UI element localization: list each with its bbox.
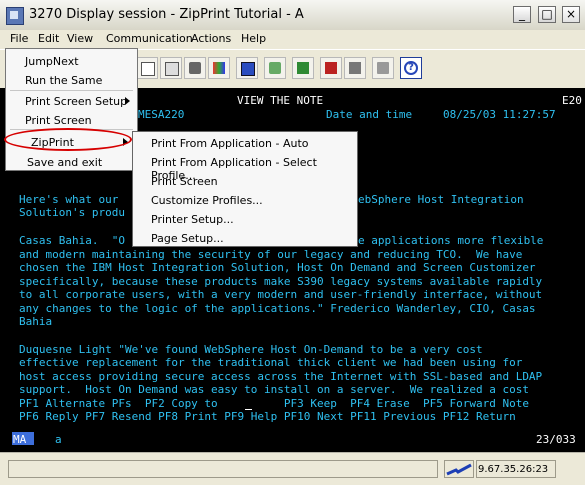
stop-macro-icon[interactable] bbox=[320, 57, 342, 79]
terminal-line: any changes to the logic of the applicat… bbox=[19, 302, 536, 315]
menu-item-print-screen-setup[interactable]: Print Screen Setup bbox=[25, 95, 127, 108]
menu-actions[interactable]: Actions bbox=[191, 32, 231, 45]
play-macro-icon[interactable] bbox=[292, 57, 314, 79]
terminal-line: Duquesne Light "We've found WebSphere Ho… bbox=[19, 343, 483, 356]
resize-grip-icon[interactable] bbox=[560, 460, 578, 478]
cursor-indicator bbox=[245, 409, 252, 410]
menu-view[interactable]: View bbox=[67, 32, 93, 45]
pf-key-line-2: PF6 Reply PF7 Resend PF8 Print PF9 Help … bbox=[19, 410, 516, 423]
zipprint-highlight-ellipse bbox=[4, 128, 132, 151]
maximize-button[interactable]: □ bbox=[538, 6, 556, 23]
terminal-line: chosen the IBM Host Integration Solution… bbox=[19, 261, 536, 274]
paste-icon[interactable] bbox=[160, 57, 182, 79]
terminal-partial-line: ebSphere Host Integration bbox=[358, 193, 524, 206]
submenu-item-print-screen[interactable]: Print Screen bbox=[151, 175, 218, 188]
status-left-text: a bbox=[55, 433, 62, 446]
status-field bbox=[8, 460, 438, 478]
terminal-header-title: VIEW THE NOTE bbox=[237, 94, 324, 107]
status-left-badge: MA bbox=[13, 433, 27, 446]
terminal-header-code: E20 bbox=[562, 94, 582, 107]
menu-help[interactable]: Help bbox=[241, 32, 266, 45]
terminal-line: Casas Bahia. "O bbox=[19, 234, 125, 247]
submenu-arrow-icon bbox=[125, 97, 130, 105]
window-title: 3270 Display session - ZipPrint Tutorial… bbox=[29, 7, 304, 22]
macro-icon[interactable] bbox=[344, 57, 366, 79]
menu-communication[interactable]: Communication bbox=[106, 32, 193, 45]
file-menu-panel: JumpNext Run the Same Print Screen Setup… bbox=[5, 48, 138, 171]
terminal-line: Here's what our bbox=[19, 193, 119, 206]
menu-item-run-the-same[interactable]: Run the Same bbox=[25, 74, 102, 87]
menu-item-save-and-exit[interactable]: Save and exit bbox=[27, 156, 102, 169]
keyboard-icon[interactable] bbox=[236, 57, 258, 79]
status-position: 23/033 bbox=[536, 433, 576, 446]
minimize-button[interactable]: _ bbox=[513, 6, 531, 23]
terminal-line: Solution's produ bbox=[19, 206, 125, 219]
menu-item-print-screen[interactable]: Print Screen bbox=[25, 114, 92, 127]
print-icon[interactable] bbox=[184, 57, 206, 79]
help-icon[interactable]: ? bbox=[400, 57, 422, 79]
menu-bar: File Edit View Communication Actions Hel… bbox=[0, 30, 585, 48]
submenu-item-printer-setup[interactable]: Printer Setup... bbox=[151, 213, 234, 226]
terminal-line: Bahia bbox=[19, 315, 53, 328]
clipboard-icon[interactable] bbox=[372, 57, 394, 79]
status-bar: 9.67.35.26:23 bbox=[0, 452, 585, 485]
terminal-line: support. Host On Demand was easy to inst… bbox=[19, 383, 529, 396]
submenu-item-print-auto[interactable]: Print From Application - Auto bbox=[151, 137, 309, 150]
terminal-line: specifically, because these products mak… bbox=[19, 275, 543, 288]
menu-edit[interactable]: Edit bbox=[38, 32, 59, 45]
submenu-item-customize-profiles[interactable]: Customize Profiles... bbox=[151, 194, 263, 207]
submenu-item-page-setup[interactable]: Page Setup... bbox=[151, 232, 224, 245]
menu-file[interactable]: File bbox=[10, 32, 28, 45]
close-button[interactable]: × bbox=[562, 6, 580, 23]
app-icon bbox=[6, 7, 24, 25]
terminal-line: host access providing secure access acro… bbox=[19, 370, 543, 383]
menu-item-jumpnext[interactable]: JumpNext bbox=[25, 55, 79, 68]
title-bar: 3270 Display session - ZipPrint Tutorial… bbox=[0, 0, 585, 31]
terminal-line: effective replacement for the traditiona… bbox=[19, 356, 523, 369]
terminal-date-label: Date and time bbox=[326, 108, 413, 121]
status-ip: 9.67.35.26:23 bbox=[478, 464, 549, 475]
zipprint-submenu: Print From Application - Auto Print From… bbox=[132, 131, 358, 247]
record-macro-icon[interactable] bbox=[264, 57, 286, 79]
terminal-line: to all corporate users, with a very mode… bbox=[19, 288, 543, 301]
terminal-system: MESA220 bbox=[138, 108, 185, 121]
terminal-partial-line: e applications more flexible bbox=[358, 234, 544, 247]
terminal-line: and modern maintaining the security of o… bbox=[19, 248, 523, 261]
connection-icon bbox=[444, 460, 474, 478]
terminal-date-value: 08/25/03 11:27:57 bbox=[443, 108, 556, 121]
menu-separator bbox=[10, 90, 133, 91]
pf-key-line-1: PF1 Alternate PFs PF2 Copy to PF3 Keep P… bbox=[19, 397, 529, 410]
copy-icon[interactable] bbox=[136, 57, 158, 79]
terminal-status-row bbox=[0, 432, 585, 452]
color-palette-icon[interactable] bbox=[208, 57, 230, 79]
